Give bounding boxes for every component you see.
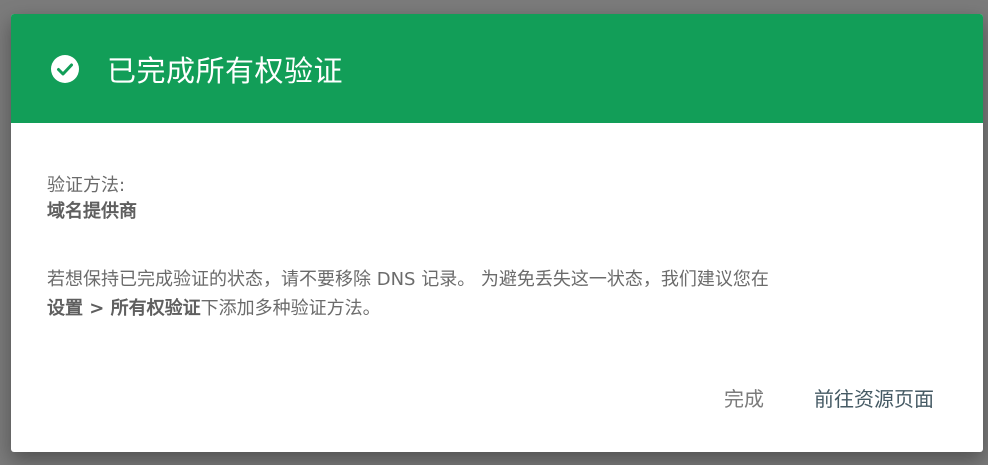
dialog-header: 已完成所有权验证 <box>11 14 983 123</box>
dialog-body: 验证方法: 域名提供商 若想保持已完成验证的状态，请不要移除 DNS 记录。 为… <box>11 123 983 323</box>
description-text-part1: 若想保持已完成验证的状态，请不要移除 DNS 记录。 为避免丢失这一状态，我们建… <box>47 269 769 290</box>
verification-description: 若想保持已完成验证的状态，请不要移除 DNS 记录。 为避免丢失这一状态，我们建… <box>47 265 947 323</box>
verification-method-value: 域名提供商 <box>47 201 137 222</box>
go-to-property-button[interactable]: 前往资源页面 <box>810 379 938 416</box>
settings-path: 设置 > 所有权验证 <box>47 298 201 319</box>
done-button[interactable]: 完成 <box>720 379 768 416</box>
check-circle-icon <box>50 54 80 84</box>
verification-dialog: 已完成所有权验证 验证方法: 域名提供商 若想保持已完成验证的状态，请不要移除 … <box>11 14 983 452</box>
dialog-title: 已完成所有权验证 <box>107 53 344 88</box>
dialog-actions: 完成 前往资源页面 <box>720 379 938 416</box>
verification-method-label: 验证方法: <box>47 175 126 196</box>
description-text-part2: 下添加多种验证方法。 <box>200 298 381 319</box>
